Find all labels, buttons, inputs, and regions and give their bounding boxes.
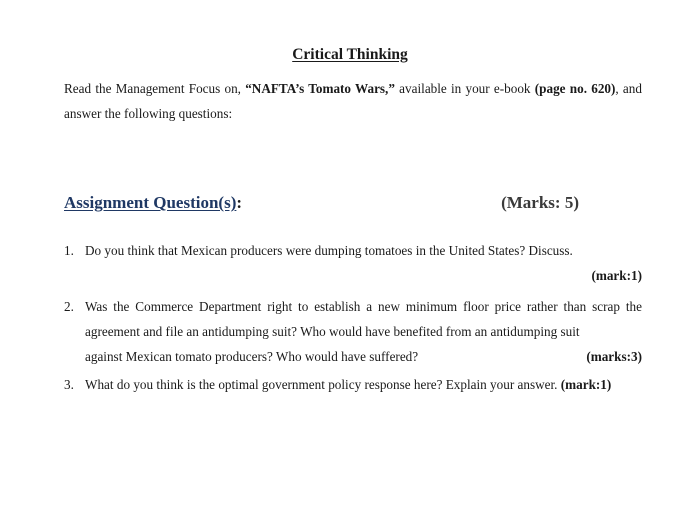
document-page: Critical Thinking Read the Management Fo… [0,0,700,513]
assignment-header: Assignment Question(s): (Marks: 5) [64,193,584,217]
question-text-last-line: against Mexican tomato producers? Who wo… [85,349,419,364]
assignment-heading-colon: : [236,193,243,212]
question-text: Was the Commerce Department right to est… [85,299,642,339]
question-number: 1. [64,243,74,258]
question-2: 2. Was the Commerce Department right to … [64,294,642,369]
question-marks: (mark:1) [591,268,642,283]
intro-paragraph: Read the Management Focus on, “NAFTA’s T… [64,76,642,126]
page-reference: (page no. 620) [534,81,616,96]
question-marks: (marks:3) [586,349,642,364]
intro-text-2: available in your e-book [394,81,535,96]
question-marks: (mark:1) [560,377,612,392]
total-marks: (Marks: 5) [501,193,579,212]
question-number: 2. [64,299,74,314]
page-title: Critical Thinking [292,46,408,63]
question-3: 3. What do you think is the optimal gove… [64,372,642,397]
case-study-title: “NAFTA’s Tomato Wars,” [245,81,395,96]
question-number: 3. [64,377,74,392]
question-text: Do you think that Mexican producers were… [85,243,573,258]
assignment-heading: Assignment Question(s): [64,193,242,213]
intro-text-1: Read the Management Focus on, [64,81,246,96]
question-1: 1. Do you think that Mexican producers w… [64,238,642,288]
question-text: What do you think is the optimal governm… [85,377,561,392]
assignment-heading-label: Assignment Question(s) [64,193,237,212]
